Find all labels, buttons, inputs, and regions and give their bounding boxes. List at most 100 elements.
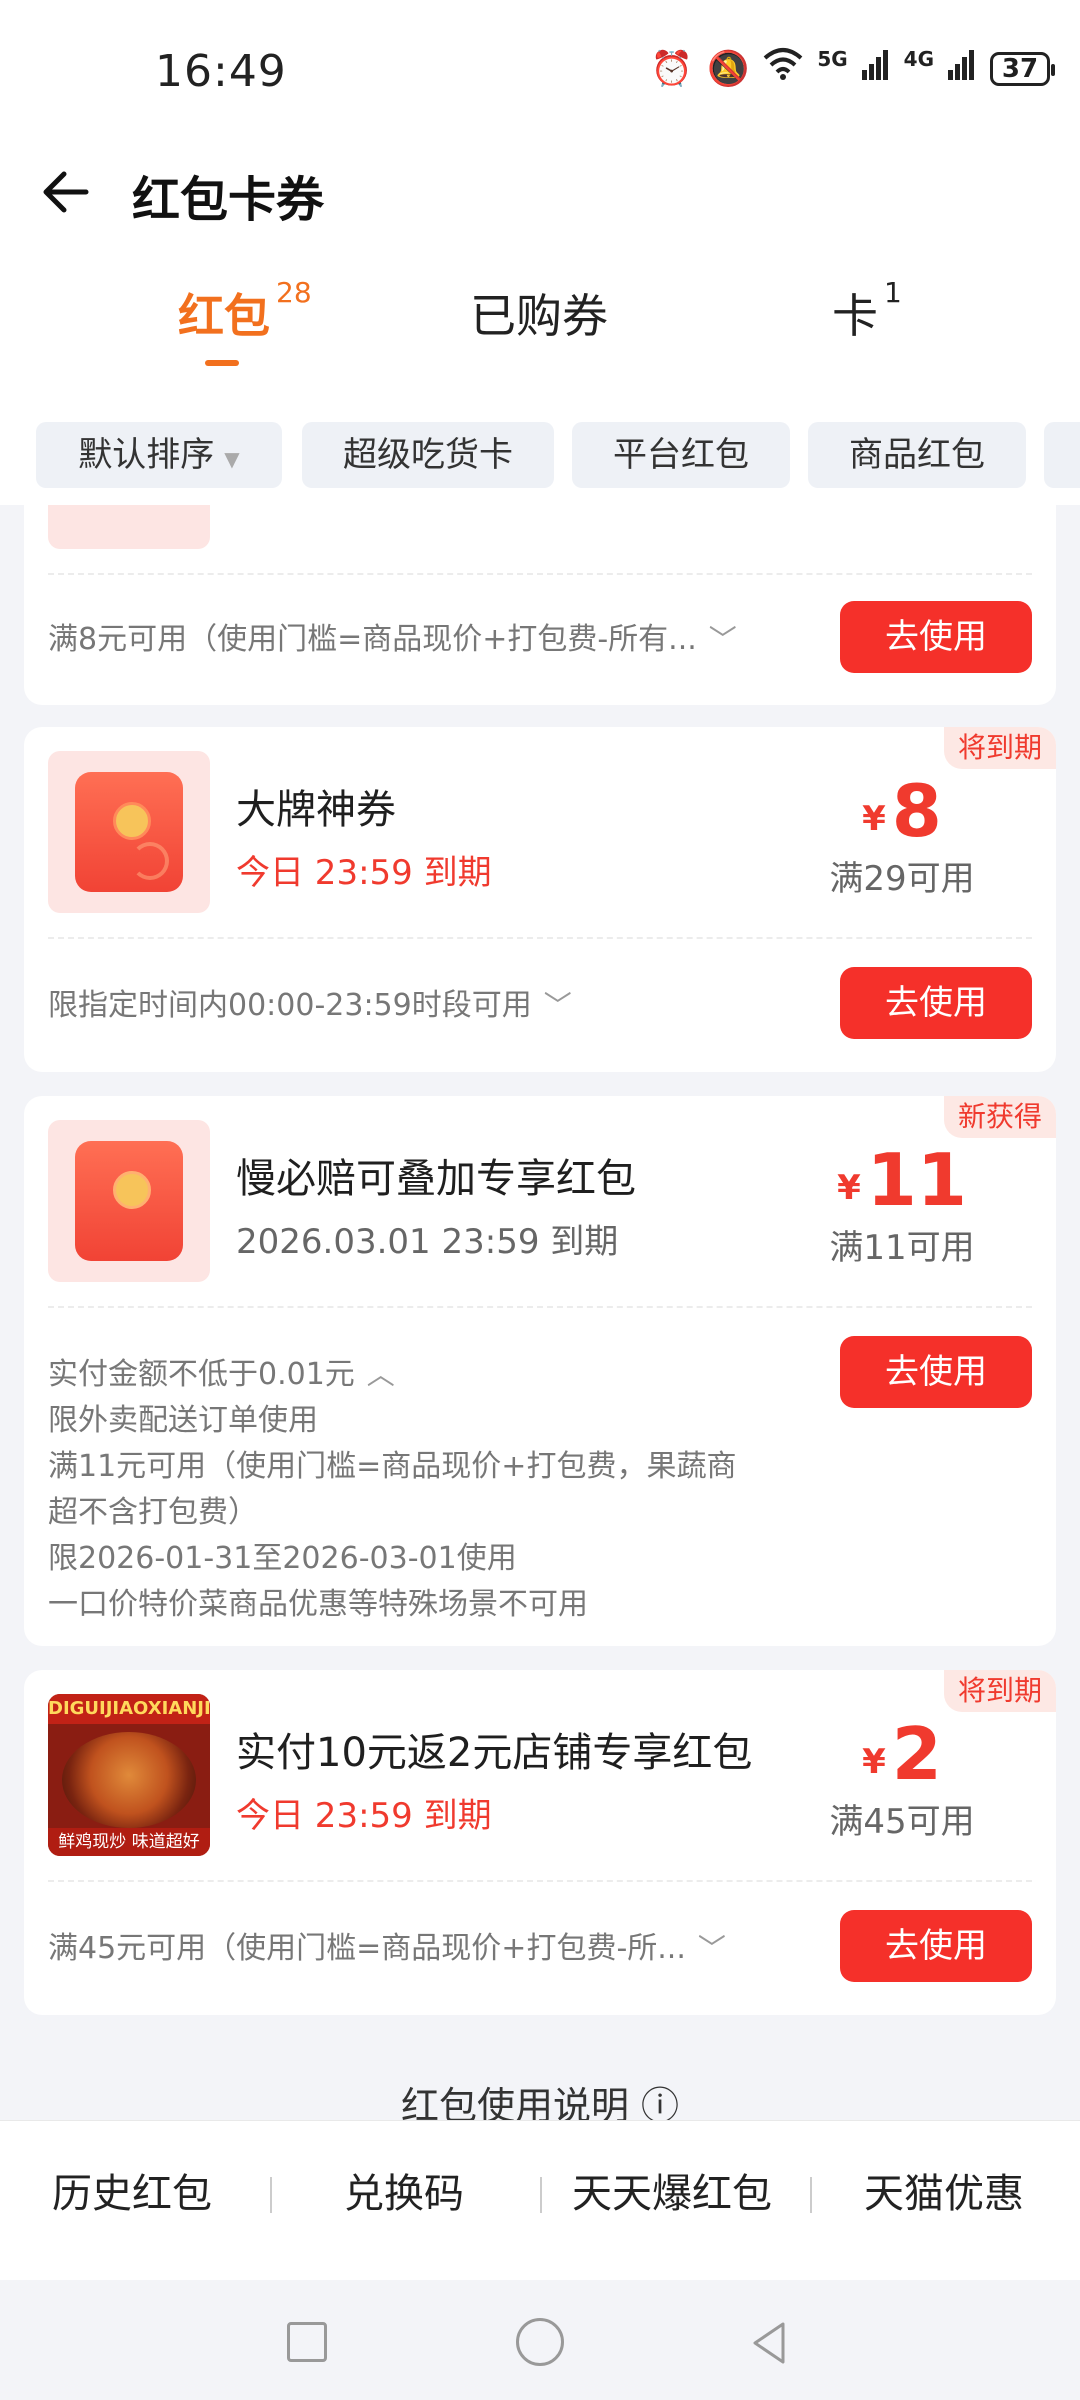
currency-symbol: ¥ xyxy=(862,799,886,839)
coupon-rule-text: 满11元可用（使用门槛=商品现价+打包费，果蔬商 xyxy=(48,1449,737,1484)
tab-hongbao[interactable]: 红包 28 xyxy=(178,276,312,346)
coupon-expiry: 今日 23:59 到期 xyxy=(236,853,492,893)
use-button[interactable]: 去使用 xyxy=(840,601,1032,673)
tab-label: 卡 xyxy=(832,289,878,343)
status-time: 16:49 xyxy=(155,46,287,97)
filter-chip-platform[interactable]: 平台红包 xyxy=(572,422,790,488)
page-header: 红包卡券 xyxy=(0,140,1080,250)
coupon-thumbnail xyxy=(48,751,210,913)
coupon-rule[interactable]: 限指定时间内00:00-23:59时段可用 ﹀ xyxy=(48,983,572,1029)
coupon-card: 满8元可用（使用门槛=商品现价+打包费-所有... ﹀ 去使用 xyxy=(24,505,1056,705)
coupon-name: 大牌神券 xyxy=(236,787,396,833)
tab-cards[interactable]: 卡1 xyxy=(832,276,902,346)
food-plate-image xyxy=(62,1732,196,1828)
red-envelope-icon xyxy=(75,772,183,892)
coupon-card: 新获得 慢必赔可叠加专享红包 2026.03.01 23:59 到期 ¥11 满… xyxy=(24,1096,1056,1646)
recent-apps-icon[interactable] xyxy=(287,2322,327,2362)
daily-hongbao-link[interactable]: 天天爆红包 xyxy=(572,2161,772,2219)
use-button[interactable]: 去使用 xyxy=(840,967,1032,1039)
arrow-left-icon[interactable] xyxy=(38,164,94,220)
coupon-amount: ¥11 xyxy=(792,1138,1012,1222)
tab-purchased-coupons[interactable]: 已购券 xyxy=(470,280,608,346)
caret-down-icon: ▼ xyxy=(224,447,240,471)
alarm-icon: ⏰ xyxy=(650,48,693,89)
filter-chip-more[interactable] xyxy=(1044,422,1080,488)
image-brand-text: DIGUIJIAOXIANJI xyxy=(48,1694,210,1724)
image-slogan-text: 鲜鸡现炒 味道超好 xyxy=(48,1828,210,1856)
separator xyxy=(270,2177,272,2213)
coupon-amount: ¥2 xyxy=(792,1712,1012,1796)
chevron-down-icon: ﹀ xyxy=(543,989,572,1022)
history-hongbao-link[interactable]: 历史红包 xyxy=(52,2161,212,2219)
status-badge: 新获得 xyxy=(943,1096,1056,1138)
coupon-rule-text: 实付金额不低于0.01元 xyxy=(48,1357,355,1392)
coupon-rule-text: 限指定时间内00:00-23:59时段可用 xyxy=(48,988,532,1023)
coupon-rule[interactable]: 满45元可用（使用门槛=商品现价+打包费-所... ﹀ xyxy=(48,1926,726,1972)
filter-bar: 默认排序 ▼ 超级吃货卡 平台红包 商品红包 xyxy=(0,370,1080,505)
coupon-rule-text: 一口价特价菜商品优惠等特殊场景不可用 xyxy=(48,1587,588,1622)
home-icon[interactable] xyxy=(516,2318,564,2366)
use-button[interactable]: 去使用 xyxy=(840,1910,1032,1982)
coupon-rule-text: 满8元可用（使用门槛=商品现价+打包费-所有... xyxy=(48,622,697,657)
card-divider xyxy=(48,1880,1032,1882)
coupon-card: 将到期 DIGUIJIAOXIANJI 鲜鸡现炒 味道超好 实付10元返2元店铺… xyxy=(24,1670,1056,2015)
currency-symbol: ¥ xyxy=(862,1742,886,1782)
tab-count: 1 xyxy=(884,275,902,309)
use-button[interactable]: 去使用 xyxy=(840,1336,1032,1408)
tab-label: 已购券 xyxy=(470,289,608,343)
chevron-down-icon: ﹀ xyxy=(697,1932,726,1965)
chevron-up-icon: ︿ xyxy=(366,1358,395,1391)
separator xyxy=(540,2177,542,2213)
chip-label: 默认排序 xyxy=(78,435,215,475)
coupon-condition: 满29可用 xyxy=(829,859,975,899)
bottom-action-bar: 历史红包 兑换码 天天爆红包 天猫优惠 xyxy=(0,2120,1080,2281)
filter-chip-product[interactable]: 商品红包 xyxy=(808,422,1026,488)
signal-icon xyxy=(861,47,890,91)
coupon-list: 满8元可用（使用门槛=商品现价+打包费-所有... ﹀ 去使用 将到期 大牌神券 … xyxy=(0,505,1080,2120)
amount-value: 2 xyxy=(891,1712,942,1796)
system-nav-bar xyxy=(0,2280,1080,2400)
network-4g-label: 4G xyxy=(903,46,934,71)
status-badge: 将到期 xyxy=(943,1670,1056,1712)
tab-bar: 红包 28 已购券 卡1 xyxy=(0,250,1080,370)
amount-value: 8 xyxy=(891,769,942,853)
chip-label: 平台红包 xyxy=(613,435,749,475)
coupon-card: 将到期 大牌神券 今日 23:59 到期 ¥8 满29可用 限指定时间内00:0… xyxy=(24,727,1056,1072)
status-bar: 16:49 ⏰ 🔕 5G 4G 37 xyxy=(0,0,1080,140)
coupon-rule-text: 超不含打包费） xyxy=(48,1495,258,1530)
back-triangle-icon[interactable] xyxy=(745,2318,795,2368)
coupon-expiry: 今日 23:59 到期 xyxy=(236,1796,492,1836)
amount-value: 11 xyxy=(866,1138,967,1222)
chevron-down-icon: ﹀ xyxy=(708,623,737,656)
red-envelope-icon xyxy=(75,1141,183,1261)
battery-indicator: 37 xyxy=(990,51,1055,86)
coupon-thumbnail xyxy=(48,505,210,549)
page-title: 红包卡券 xyxy=(132,172,325,228)
store-image: DIGUIJIAOXIANJI 鲜鸡现炒 味道超好 xyxy=(48,1694,210,1856)
coupon-rule[interactable]: 满8元可用（使用门槛=商品现价+打包费-所有... ﹀ xyxy=(48,617,737,663)
tab-label: 红包 xyxy=(178,289,270,343)
status-icons: ⏰ 🔕 5G 4G 37 xyxy=(650,46,1055,91)
coupon-rule-text: 满45元可用（使用门槛=商品现价+打包费-所... xyxy=(48,1931,686,1966)
tab-count: 28 xyxy=(276,275,312,309)
filter-chip-foodie-card[interactable]: 超级吃货卡 xyxy=(302,422,554,488)
coupon-condition: 满45可用 xyxy=(829,1802,975,1842)
coupon-condition: 满11可用 xyxy=(829,1228,975,1268)
coupon-name: 实付10元返2元店铺专享红包 xyxy=(236,1730,753,1776)
coupon-expiry: 2026.03.01 23:59 到期 xyxy=(236,1222,619,1262)
coupon-rule-text: 限2026-01-31至2026-03-01使用 xyxy=(48,1541,517,1576)
tmall-deals-link[interactable]: 天猫优惠 xyxy=(864,2161,1024,2219)
coupon-rules-expanded[interactable]: 实付金额不低于0.01元 ︿ 限外卖配送订单使用 满11元可用（使用门槛=商品现价… xyxy=(48,1352,736,1628)
bell-off-icon: 🔕 xyxy=(706,48,750,89)
separator xyxy=(810,2177,812,2213)
chip-label: 商品红包 xyxy=(849,435,985,475)
coupon-thumbnail xyxy=(48,1120,210,1282)
network-5g-label: 5G xyxy=(817,46,848,71)
coupon-amount: ¥8 xyxy=(792,769,1012,853)
sort-dropdown[interactable]: 默认排序 ▼ xyxy=(36,422,282,488)
card-divider xyxy=(48,1306,1032,1308)
coupon-rule-text: 限外卖配送订单使用 xyxy=(48,1403,318,1438)
card-divider xyxy=(48,573,1032,575)
redeem-code-link[interactable]: 兑换码 xyxy=(344,2161,464,2219)
coupon-name: 慢必赔可叠加专享红包 xyxy=(236,1156,636,1202)
